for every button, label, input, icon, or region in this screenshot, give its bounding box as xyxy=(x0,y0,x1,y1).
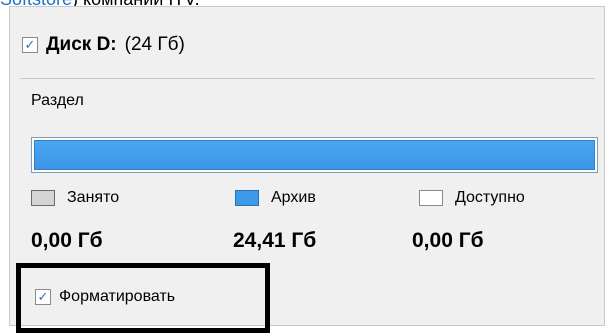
format-checkbox[interactable]: ✓ xyxy=(35,289,51,305)
partition-bar xyxy=(31,137,598,173)
partition-label: Раздел xyxy=(31,92,84,109)
format-option[interactable]: ✓ Форматировать xyxy=(35,286,175,308)
free-value: 0,00 Гб xyxy=(412,229,484,252)
disk-checkbox[interactable]: ✓ xyxy=(22,37,38,53)
legend-archive: Архив xyxy=(235,187,316,209)
archive-swatch-icon xyxy=(235,190,259,206)
disk-title: Диск D: xyxy=(46,34,117,55)
archive-value: 24,41 Гб xyxy=(233,229,317,252)
legend-used: Занято xyxy=(31,187,119,209)
disk-header: ✓ Диск D: (24 Гб) xyxy=(22,30,185,60)
legend-free: Доступно xyxy=(419,187,525,209)
disk-size: (24 Гб) xyxy=(124,34,185,55)
format-label: Форматировать xyxy=(59,288,176,305)
free-swatch-icon xyxy=(419,190,443,206)
used-swatch-icon xyxy=(31,190,55,206)
legend-used-label: Занято xyxy=(67,189,120,206)
partition-bar-fill xyxy=(34,140,595,170)
separator xyxy=(20,78,595,79)
legend-archive-label: Архив xyxy=(271,189,316,206)
used-value: 0,00 Гб xyxy=(31,229,103,252)
legend-free-label: Доступно xyxy=(455,189,525,206)
